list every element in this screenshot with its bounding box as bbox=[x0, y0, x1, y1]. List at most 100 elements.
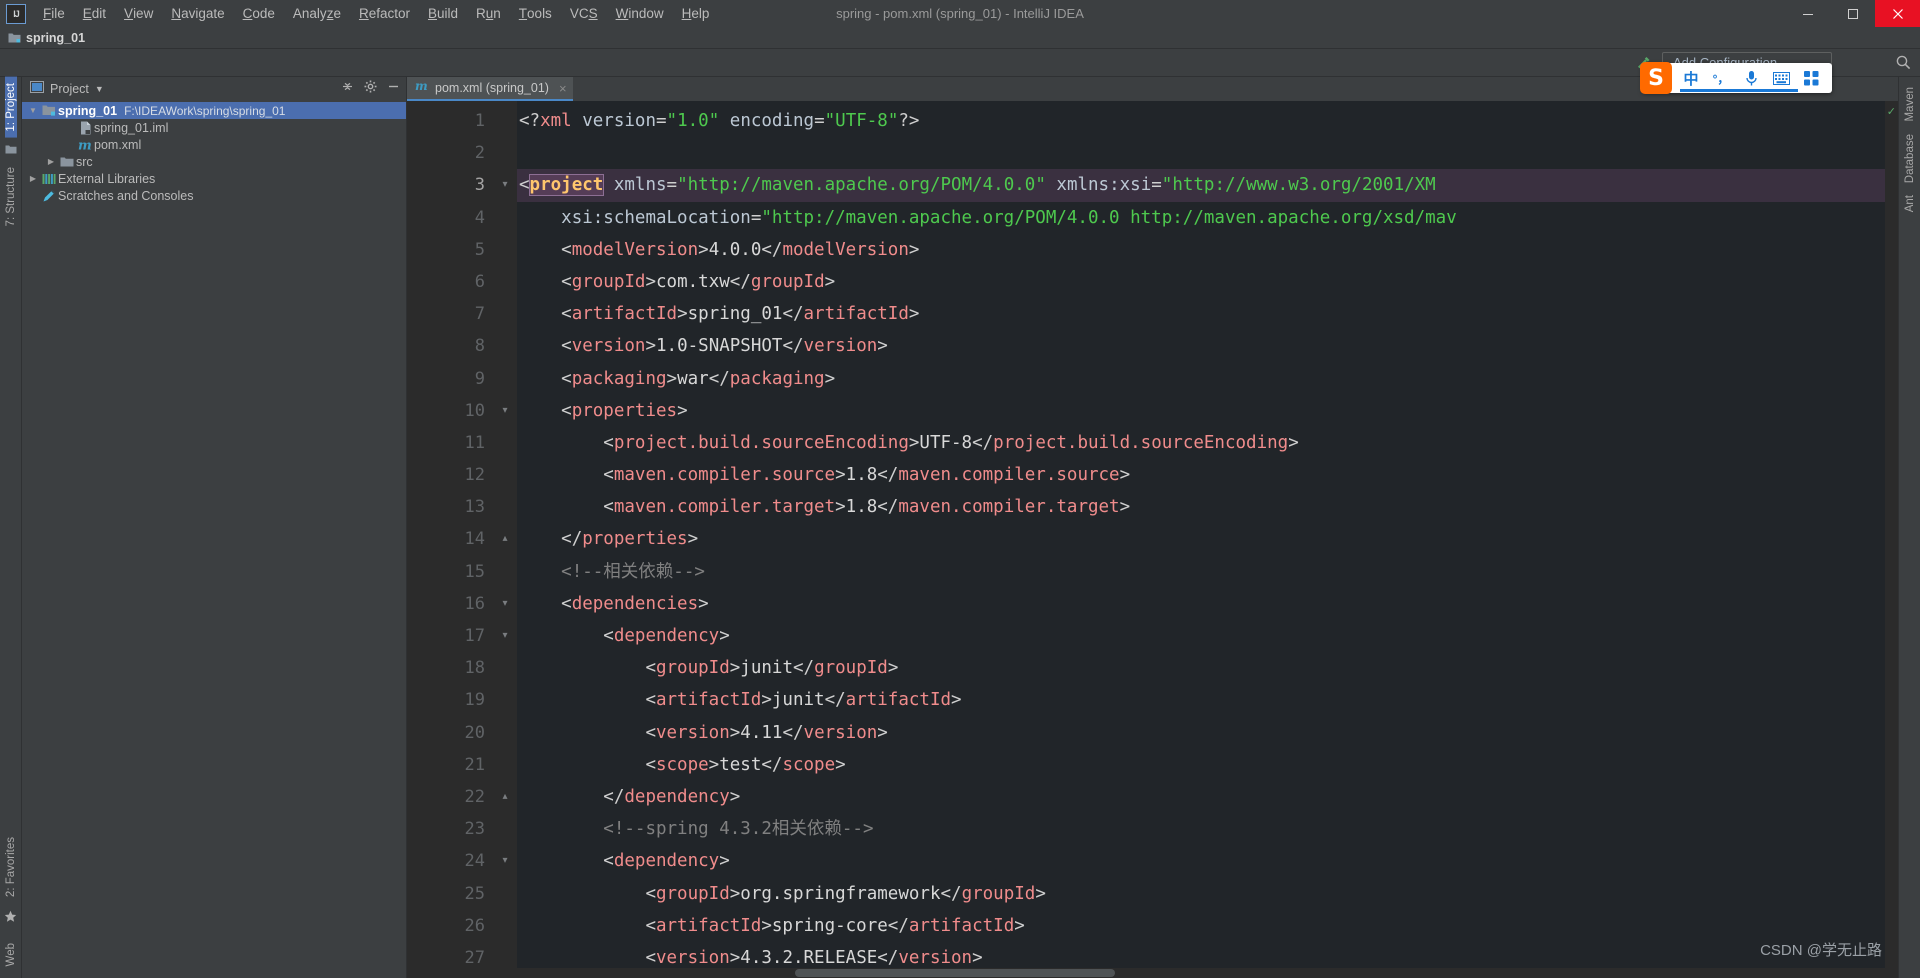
tree-item-external-libraries[interactable]: ▶ External Libraries bbox=[22, 170, 406, 187]
chinese-mode-icon[interactable]: 中 bbox=[1676, 64, 1706, 92]
line-number[interactable]: 25 bbox=[407, 878, 495, 910]
menu-item-refactor[interactable]: Refactor bbox=[350, 0, 419, 27]
scrollbar-thumb[interactable] bbox=[795, 969, 1115, 977]
line-number[interactable]: 9 bbox=[407, 363, 495, 395]
menu-item-analyze[interactable]: Analy z e bbox=[284, 0, 350, 27]
code-line[interactable]: <properties> bbox=[517, 395, 1885, 427]
code-line[interactable]: <?xml version="1.0" encoding="UTF-8"?> bbox=[517, 105, 1885, 137]
code-line[interactable]: <version>4.3.2.RELEASE</version> bbox=[517, 942, 1885, 968]
line-number[interactable]: 24 bbox=[407, 845, 495, 877]
minimize-button[interactable] bbox=[1785, 0, 1830, 27]
code-line[interactable]: </dependency> bbox=[517, 781, 1885, 813]
code-line[interactable]: <groupId>junit</groupId> bbox=[517, 652, 1885, 684]
fold-collapse-icon[interactable]: ▾ bbox=[500, 180, 510, 190]
hide-panel-icon[interactable] bbox=[387, 80, 400, 98]
line-number[interactable]: 11 bbox=[407, 427, 495, 459]
code-line[interactable]: <maven.compiler.target>1.8</maven.compil… bbox=[517, 491, 1885, 523]
line-number[interactable]: 15 bbox=[407, 556, 495, 588]
code-line[interactable]: <maven.compiler.source>1.8</maven.compil… bbox=[517, 459, 1885, 491]
breadcrumb-project[interactable]: spring_01 bbox=[26, 31, 85, 45]
folder-icon[interactable] bbox=[5, 144, 17, 155]
line-number[interactable]: 10 bbox=[407, 395, 495, 427]
fold-slot[interactable]: ▾ bbox=[495, 395, 517, 427]
tree-item-scratches-and-consoles[interactable]: Scratches and Consoles bbox=[22, 187, 406, 204]
chevron-right-icon[interactable]: ▶ bbox=[26, 174, 40, 183]
line-number[interactable]: 1 bbox=[407, 105, 495, 137]
sidebar-item-structure[interactable]: 7: Structure bbox=[5, 161, 17, 232]
line-number[interactable]: 2 bbox=[407, 137, 495, 169]
fold-slot[interactable]: ▴ bbox=[495, 523, 517, 555]
fold-end-icon[interactable]: ▴ bbox=[500, 791, 510, 802]
line-number[interactable]: 12 bbox=[407, 459, 495, 491]
line-number[interactable]: 20 bbox=[407, 717, 495, 749]
soft-keyboard-icon[interactable] bbox=[1766, 64, 1796, 92]
menu-item-edit[interactable]: Edit bbox=[74, 0, 115, 27]
tab-pom-xml[interactable]: m pom.xml (spring_01) × bbox=[407, 77, 573, 101]
search-everywhere-icon[interactable] bbox=[1890, 51, 1916, 75]
line-number[interactable]: 6 bbox=[407, 266, 495, 298]
maximize-button[interactable] bbox=[1830, 0, 1875, 27]
sidebar-item-maven[interactable]: Maven bbox=[1904, 81, 1916, 128]
code-line[interactable]: <version>4.11</version> bbox=[517, 717, 1885, 749]
menu-item-window[interactable]: Window bbox=[607, 0, 673, 27]
fold-collapse-icon[interactable]: ▾ bbox=[500, 631, 510, 641]
code-line[interactable]: <artifactId>spring-core</artifactId> bbox=[517, 910, 1885, 942]
code-line[interactable] bbox=[517, 137, 1885, 169]
line-number[interactable]: 8 bbox=[407, 330, 495, 362]
chevron-down-icon[interactable]: ▼ bbox=[95, 84, 104, 94]
fold-collapse-icon[interactable]: ▾ bbox=[500, 405, 510, 416]
menu-item-view[interactable]: View bbox=[115, 0, 162, 27]
line-number[interactable]: 19 bbox=[407, 684, 495, 716]
tree-item-spring-01-iml[interactable]: spring_01.iml bbox=[22, 119, 406, 136]
line-number[interactable]: 22 bbox=[407, 781, 495, 813]
menu-item-tools[interactable]: Tools bbox=[510, 0, 561, 27]
menu-item-file[interactable]: File bbox=[34, 0, 74, 27]
star-icon[interactable] bbox=[4, 910, 17, 923]
code-folding-column[interactable]: ▾▾▴▾▾▴▾▴ bbox=[495, 101, 517, 968]
project-tree[interactable]: ▼ spring_01 F:\IDEAWork\spring\spring_01 sp… bbox=[22, 101, 406, 978]
code-line[interactable]: <!--相关依赖--> bbox=[517, 556, 1885, 588]
fold-slot[interactable]: ▾ bbox=[495, 845, 517, 877]
line-number[interactable]: 13 bbox=[407, 491, 495, 523]
fold-slot[interactable]: ▴ bbox=[495, 781, 517, 813]
close-icon[interactable]: × bbox=[559, 81, 567, 96]
sidebar-item-favorites[interactable]: 2: Favorites bbox=[5, 831, 17, 903]
tree-item-pom-xml[interactable]: m pom.xml bbox=[22, 136, 406, 153]
horizontal-scrollbar[interactable] bbox=[407, 968, 1898, 978]
fold-collapse-icon[interactable]: ▾ bbox=[500, 856, 510, 866]
line-number[interactable]: 7 bbox=[407, 298, 495, 330]
punctuation-icon[interactable]: °， bbox=[1706, 64, 1736, 92]
code-content[interactable]: <?xml version="1.0" encoding="UTF-8"?> <… bbox=[517, 101, 1885, 968]
line-number[interactable]: 27 bbox=[407, 942, 495, 968]
menu-item-navigate[interactable]: Navigate bbox=[162, 0, 233, 27]
code-line[interactable]: <groupId>com.txw</groupId> bbox=[517, 266, 1885, 298]
close-button[interactable] bbox=[1875, 0, 1920, 27]
menu-item-build[interactable]: Build bbox=[419, 0, 467, 27]
sidebar-item-web[interactable]: Web bbox=[5, 937, 17, 972]
fold-collapse-icon[interactable]: ▾ bbox=[500, 598, 510, 609]
toolbox-icon[interactable] bbox=[1796, 64, 1826, 92]
chevron-down-icon[interactable]: ▼ bbox=[26, 106, 40, 115]
chevron-right-icon[interactable]: ▶ bbox=[44, 157, 58, 166]
line-number[interactable]: 26 bbox=[407, 910, 495, 942]
code-editor[interactable]: 1 2 3 4 5 6 7 8 9 10 11 12 13 14 15 16 17 18 19 20 21 22 23 24 2… bbox=[407, 101, 1898, 968]
line-number[interactable]: 4 bbox=[407, 202, 495, 234]
code-line[interactable]: <artifactId>spring_01</artifactId> bbox=[517, 298, 1885, 330]
menu-item-code[interactable]: Code bbox=[234, 0, 284, 27]
line-number[interactable]: 23 bbox=[407, 813, 495, 845]
code-line[interactable]: xsi:schemaLocation="http://maven.apache.… bbox=[517, 202, 1885, 234]
fold-slot[interactable]: ▾ bbox=[495, 588, 517, 620]
code-line[interactable]: <scope>test</scope> bbox=[517, 749, 1885, 781]
code-line[interactable]: <dependency> bbox=[517, 620, 1885, 652]
menu-item-help[interactable]: Help bbox=[673, 0, 719, 27]
line-number[interactable]: 14 bbox=[407, 523, 495, 555]
code-line[interactable]: </properties> bbox=[517, 523, 1885, 555]
error-stripe[interactable]: ✓ bbox=[1885, 101, 1898, 968]
sidebar-item-database[interactable]: Database bbox=[1904, 128, 1916, 189]
sidebar-item-project[interactable]: 1: Project bbox=[4, 77, 17, 138]
line-number[interactable]: 16 bbox=[407, 588, 495, 620]
fold-slot[interactable]: ▾ bbox=[495, 169, 517, 201]
code-line[interactable]: <!--spring 4.3.2相关依赖--> bbox=[517, 813, 1885, 845]
sidebar-item-ant[interactable]: Ant bbox=[1904, 189, 1916, 218]
line-number[interactable]: 3 bbox=[407, 169, 495, 202]
